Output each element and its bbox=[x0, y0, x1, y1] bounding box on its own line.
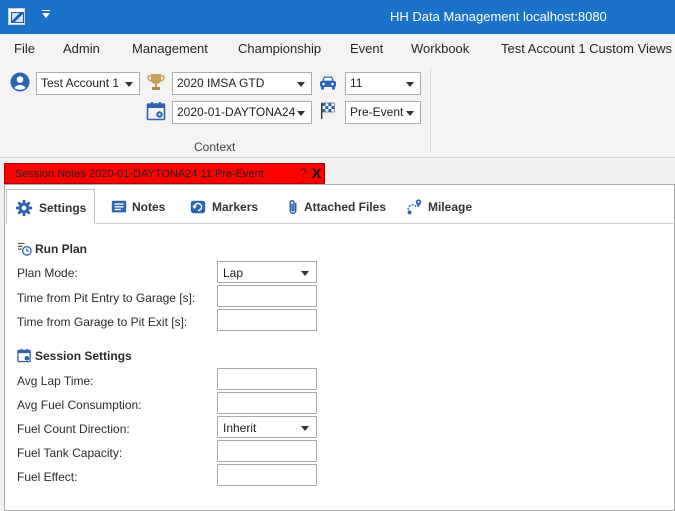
session-settings-title-text: Session Settings bbox=[35, 349, 132, 363]
menu-championship[interactable]: Championship bbox=[238, 41, 321, 56]
event-select[interactable]: 2020-01-DAYTONA24 bbox=[172, 101, 312, 124]
menu-custom-views[interactable]: Test Account 1 Custom Views bbox=[501, 41, 672, 56]
session-select[interactable]: Pre-Event bbox=[345, 101, 421, 124]
menu-workbook[interactable]: Workbook bbox=[411, 41, 469, 56]
menu-event[interactable]: Event bbox=[350, 41, 383, 56]
quick-access-arrow-icon[interactable] bbox=[42, 10, 50, 18]
fuel-effect-label: Fuel Effect: bbox=[17, 470, 78, 484]
pit-entry-to-garage-input[interactable] bbox=[217, 285, 317, 307]
tab-markers[interactable]: Markers bbox=[181, 189, 271, 224]
menu-admin[interactable]: Admin bbox=[63, 41, 100, 56]
pit-entry-to-garage-label: Time from Pit Entry to Garage [s]: bbox=[17, 291, 196, 305]
fuel-tank-capacity-input[interactable] bbox=[217, 440, 317, 462]
tab-attached-files-label: Attached Files bbox=[304, 200, 387, 214]
fuel-count-direction-label: Fuel Count Direction: bbox=[17, 422, 130, 436]
document-tab[interactable]: Session Notes 2020-01-DAYTONA24 11 Pre-E… bbox=[4, 163, 325, 184]
tab-attached-files[interactable]: Attached Files bbox=[276, 189, 394, 224]
paperclip-icon bbox=[289, 199, 297, 214]
calendar-icon bbox=[146, 102, 166, 121]
car-select-value: 11 bbox=[350, 76, 363, 90]
account-select-value: Test Account 1 bbox=[41, 76, 120, 90]
chevron-down-icon bbox=[125, 82, 133, 87]
avg-fuel-consumption-label: Avg Fuel Consumption: bbox=[17, 398, 142, 412]
menu-bar: File Admin Management Championship Event… bbox=[0, 34, 675, 62]
menu-file[interactable]: File bbox=[14, 41, 35, 56]
tab-markers-label: Markers bbox=[212, 200, 259, 214]
chevron-down-icon bbox=[406, 111, 414, 116]
avg-fuel-consumption-input[interactable] bbox=[217, 392, 317, 414]
close-icon[interactable]: X bbox=[312, 165, 321, 181]
chevron-down-icon bbox=[406, 82, 414, 87]
plan-mode-select[interactable]: Lap bbox=[217, 261, 317, 283]
car-icon bbox=[320, 76, 336, 90]
chevron-down-icon bbox=[297, 111, 305, 116]
chevron-down-icon bbox=[297, 82, 305, 87]
account-select[interactable]: Test Account 1 bbox=[36, 72, 140, 95]
tab-notes[interactable]: Notes bbox=[102, 189, 174, 224]
tab-settings-label: Settings bbox=[39, 201, 87, 215]
title-bar: HH Data Management localhost:8080 bbox=[0, 0, 675, 34]
ribbon-separator bbox=[430, 68, 431, 152]
user-icon bbox=[10, 72, 30, 92]
session-select-value: Pre-Event bbox=[350, 105, 404, 119]
tab-settings[interactable]: Settings bbox=[6, 189, 95, 224]
car-select[interactable]: 11 bbox=[345, 72, 421, 95]
app-icon[interactable] bbox=[8, 8, 25, 25]
fuel-effect-input[interactable] bbox=[217, 464, 317, 486]
garage-to-pit-exit-input[interactable] bbox=[217, 309, 317, 331]
gear-icon bbox=[15, 199, 33, 217]
tab-mileage-label: Mileage bbox=[428, 200, 473, 214]
chevron-down-icon bbox=[301, 426, 309, 431]
plan-mode-value: Lap bbox=[223, 266, 244, 280]
checkered-flag-icon bbox=[321, 102, 335, 119]
chevron-down-icon bbox=[301, 271, 309, 276]
plan-mode-label: Plan Mode: bbox=[17, 266, 78, 280]
run-plan-icon bbox=[17, 242, 32, 256]
avg-lap-time-input[interactable] bbox=[217, 368, 317, 390]
avg-lap-time-label: Avg Lap Time: bbox=[17, 374, 94, 388]
calendar-settings-icon bbox=[17, 348, 31, 363]
route-icon bbox=[407, 199, 422, 215]
championship-select[interactable]: 2020 IMSA GTD bbox=[172, 72, 312, 95]
tab-mileage[interactable]: Mileage bbox=[397, 189, 481, 224]
event-select-value: 2020-01-DAYTONA24 bbox=[177, 105, 296, 119]
markers-icon bbox=[190, 200, 206, 214]
run-plan-title-text: Run Plan bbox=[35, 242, 88, 256]
ribbon-context-group: Test Account 1 2020 IMSA GTD 11 2020-01-… bbox=[0, 62, 675, 158]
help-icon[interactable]: ? bbox=[300, 166, 307, 180]
trophy-icon bbox=[147, 74, 165, 90]
ribbon-group-label: Context bbox=[194, 140, 236, 154]
menu-management[interactable]: Management bbox=[132, 41, 208, 56]
tab-strip-divider bbox=[4, 223, 675, 224]
championship-select-value: 2020 IMSA GTD bbox=[177, 76, 265, 90]
document-tab-title: Session Notes 2020-01-DAYTONA24 11 Pre-E… bbox=[15, 168, 264, 180]
tab-notes-label: Notes bbox=[132, 200, 166, 214]
notes-icon bbox=[111, 200, 127, 213]
fuel-tank-capacity-label: Fuel Tank Capacity: bbox=[17, 446, 123, 460]
window-title: HH Data Management localhost:8080 bbox=[390, 9, 607, 24]
session-notes-panel bbox=[4, 184, 675, 511]
fuel-count-direction-value: Inherit bbox=[223, 421, 257, 435]
garage-to-pit-exit-label: Time from Garage to Pit Exit [s]: bbox=[17, 315, 188, 329]
fuel-count-direction-select[interactable]: Inherit bbox=[217, 416, 317, 438]
